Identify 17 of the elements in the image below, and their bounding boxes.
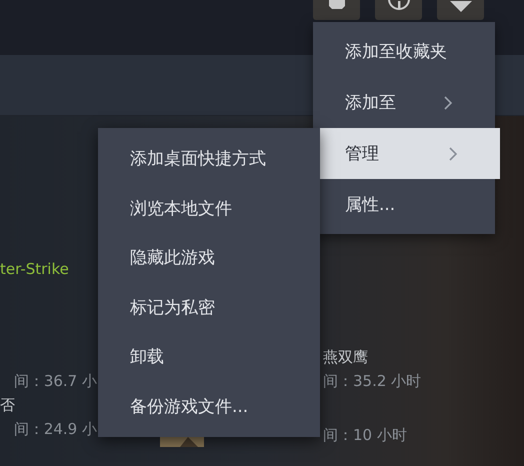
game-title: 燕双鹰 <box>323 347 369 368</box>
chevron-right-icon <box>449 146 458 160</box>
playtime-text: 间：35.2 小时 <box>323 371 422 392</box>
game-title: ter-Strike <box>0 259 69 280</box>
menu-item[interactable]: 浏览本地文件 <box>98 184 320 233</box>
playtime-text: 间：36.7 小 <box>14 371 97 392</box>
chevron-right-icon <box>444 96 453 110</box>
info-button[interactable] <box>375 0 422 20</box>
menu-item[interactable]: 备份游戏文件... <box>98 382 320 431</box>
menu-item[interactable]: 添加至 <box>313 77 495 128</box>
menu-item[interactable]: 卸载 <box>98 332 320 382</box>
menu-item[interactable]: 添加至收藏夹 <box>313 26 495 77</box>
playtime-text: 间：24.9 小 <box>14 419 97 440</box>
menu-item[interactable]: 隐藏此游戏 <box>98 233 320 282</box>
game-title: 否 <box>0 395 15 416</box>
playtime-text: 间：10 小时 <box>323 425 408 446</box>
menu-item[interactable]: 标记为私密 <box>98 282 320 332</box>
